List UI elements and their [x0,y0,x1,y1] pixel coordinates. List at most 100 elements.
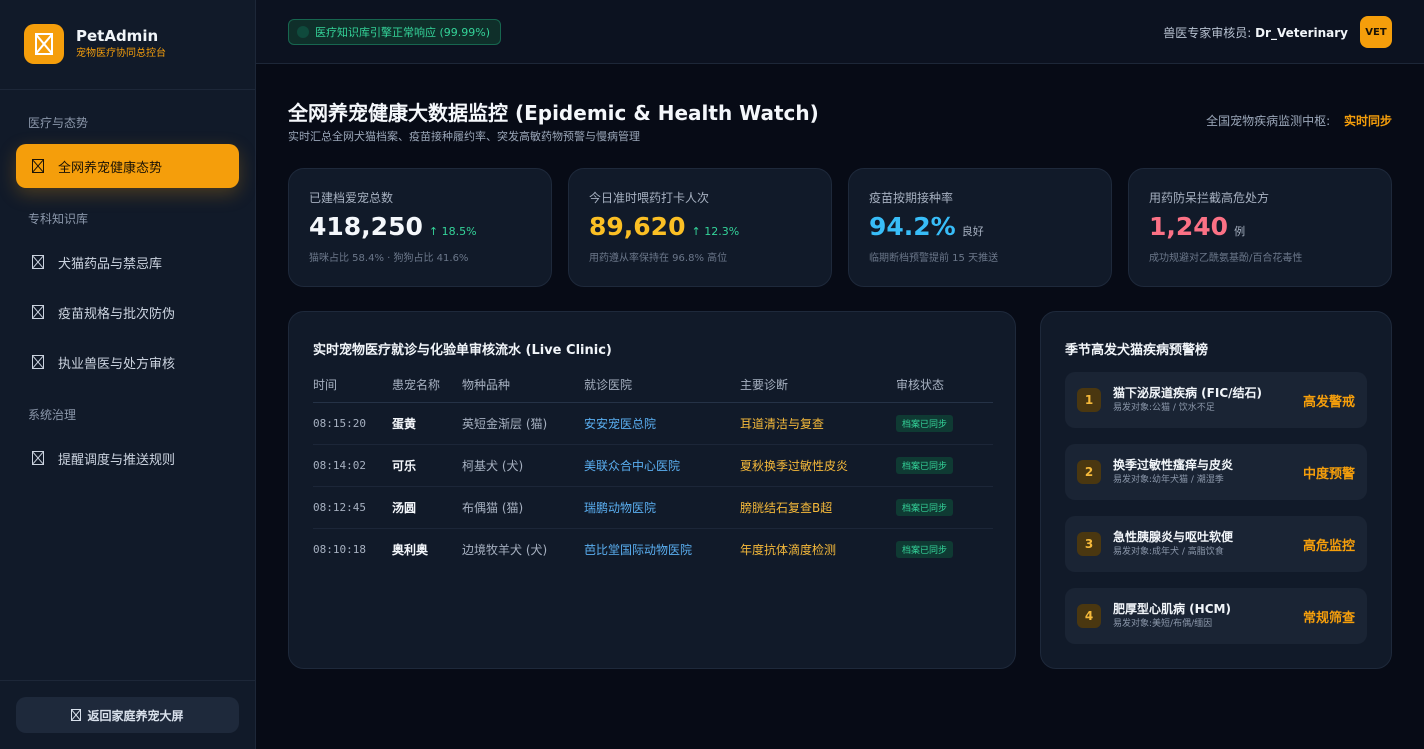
cell-pet: 蛋黄 [392,402,462,445]
cell-breed: 布偶猫 (猫) [462,486,584,529]
risk-target: 易发对象:成年犬 / 高脂饮食 [1113,547,1224,557]
cell-time: 08:12:45 [313,486,392,529]
rank-number: 2 [1077,460,1101,484]
ranking-item[interactable]: 2 换季过敏性瘙痒与皮炎 易发对象:幼年犬猫 / 潮湿季 中度预警 [1065,444,1367,500]
cell-hospital[interactable]: 芭比堂国际动物医院 [584,528,740,570]
cell-hospital[interactable]: 瑞鹏动物医院 [584,486,740,529]
engine-status-badge: 医疗知识库引擎正常响应 (99.99%) [288,19,502,45]
brand[interactable]: PetAdmin 宠物医疗协同总控台 [24,24,166,64]
table-row[interactable]: 08:12:45 汤圆 布偶猫 (猫) 瑞鹏动物医院 膀胱结石复查B超 档案已同… [313,486,993,529]
page-subtitle: 实时汇总全网犬猫档案、疫苗接种履约率、突发高敏药物预警与慢病管理 [288,130,640,143]
cell-breed: 英短金渐层 (猫) [462,402,584,445]
status-badge: 档案已同步 [896,498,954,516]
cell-pet: 汤圆 [392,486,462,529]
brand-logo-icon [24,24,64,64]
alert-level: 高发警戒 [1302,394,1355,410]
sidebar-divider [0,89,255,90]
alert-level: 常规筛查 [1302,610,1355,626]
sidebar-item-drug-library[interactable]: 犬猫药品与禁忌库 [16,240,239,284]
topbar: 医疗知识库引擎正常响应 (99.99%) 兽医专家审核员: Dr_Veterin… [256,0,1424,64]
nav-section-medical: 医疗与态势 [28,116,89,130]
nav-section-knowledge: 专科知识库 [28,212,89,226]
rank-number: 4 [1077,604,1101,628]
live-clinic-title: 实时宠物医疗就诊与化验单审核流水 (Live Clinic) [313,343,612,358]
kpi-note: 猫咪占比 58.4% · 狗狗占比 41.6% [309,253,469,264]
cell-diagnosis: 耳道清洁与复查 [740,402,896,445]
kpi-value: 418,250 [309,212,423,241]
status-badge: 档案已同步 [896,456,954,474]
disease-ranking-panel: 季节高发犬猫疾病预警榜 1 猫下泌尿道疾病 (FIC/结石) 易发对象:公猫 /… [1040,311,1392,669]
placeholder-icon [32,305,44,319]
cell-hospital[interactable]: 安安宠医总院 [584,402,740,445]
cell-time: 08:14:02 [313,444,392,487]
kpi-value: 94.2% [869,212,956,241]
kpi-value: 89,620 [589,212,686,241]
sidebar-item-health-overview[interactable]: 全网养宠健康态势 [16,144,239,188]
kpi-delta: 例 [1234,225,1246,238]
sidebar-item-reminder-rules[interactable]: 提醒调度与推送规则 [16,436,239,480]
nav-section-governance: 系统治理 [28,408,77,422]
disease-name: 猫下泌尿道疾病 (FIC/结石) [1113,386,1262,400]
column-header-diagnosis: 主要诊断 [740,368,896,403]
ranking-item[interactable]: 3 急性胰腺炎与呕吐软便 易发对象:成年犬 / 高脂饮食 高危监控 [1065,516,1367,572]
ranking-item[interactable]: 4 肥厚型心肌病 (HCM) 易发对象:美短/布偶/缅因 常规筛查 [1065,588,1367,644]
disease-name: 肥厚型心肌病 (HCM) [1113,602,1231,616]
sidebar: PetAdmin 宠物医疗协同总控台 医疗与态势 全网养宠健康态势 专科知识库 … [0,0,256,749]
column-header-hospital: 就诊医院 [584,368,740,403]
risk-target: 易发对象:幼年犬猫 / 潮湿季 [1113,475,1224,485]
ranking-item[interactable]: 1 猫下泌尿道疾病 (FIC/结石) 易发对象:公猫 / 饮水不足 高发警戒 [1065,372,1367,428]
column-header-status: 审核状态 [896,368,993,403]
disease-name: 急性胰腺炎与呕吐软便 [1113,530,1234,544]
kpi-delta: ↑ 12.3% [691,225,740,238]
status-badge: 档案已同步 [896,414,954,432]
page-title: 全网养宠健康大数据监控 (Epidemic & Health Watch) [288,101,819,125]
placeholder-icon [32,355,44,369]
cell-pet: 奥利奥 [392,542,429,557]
kpi-label: 用药防呆拦截高危处方 [1149,191,1270,205]
kpi-label: 今日准时喂药打卡人次 [589,191,710,205]
live-clinic-panel: 实时宠物医疗就诊与化验单审核流水 (Live Clinic) 时间 患宠名称 物… [288,311,1016,669]
avatar[interactable]: VET [1360,16,1392,48]
engine-status-text: 医疗知识库引擎正常响应 (99.99%) [315,26,491,39]
cell-diagnosis: 膀胱结石复查B超 [740,486,896,529]
table-row[interactable]: 08:15:20 蛋黄 英短金渐层 (猫) 安安宠医总院 耳道清洁与复查 档案已… [313,402,993,445]
kpi-card-pet-total: 已建档爱宠总数 418,250 ↑ 18.5% 猫咪占比 58.4% · 狗狗占… [288,168,552,287]
sidebar-item-vaccine-specs[interactable]: 疫苗规格与批次防伪 [16,290,239,334]
cell-diagnosis: 年度抗体滴度检测 [740,542,837,557]
back-to-home-button[interactable]: 返回家庭养宠大屏 [16,697,239,733]
sidebar-item-label: 提醒调度与推送规则 [58,452,176,468]
cell-hospital[interactable]: 美联众合中心医院 [584,444,740,487]
sidebar-item-label: 执业兽医与处方审核 [58,356,176,372]
kpi-value: 1,240 [1149,212,1229,241]
sidebar-item-vet-review[interactable]: 执业兽医与处方审核 [16,340,239,384]
placeholder-icon [32,255,44,269]
kpi-note: 成功规避对乙酰氨基酚/百合花毒性 [1149,253,1303,264]
placeholder-icon [32,159,44,173]
table-row[interactable]: 08:14:02 可乐 柯基犬 (犬) 美联众合中心医院 夏秋换季过敏性皮炎 档… [313,444,993,487]
status-dot-icon [297,26,309,38]
status-badge: 档案已同步 [896,540,954,558]
cell-pet: 可乐 [392,444,462,487]
sidebar-item-label: 犬猫药品与禁忌库 [58,256,163,272]
back-button-label: 返回家庭养宠大屏 [87,708,184,723]
placeholder-icon [32,451,44,465]
column-header-pet: 患宠名称 [392,368,462,403]
placeholder-icon [71,709,82,721]
sidebar-item-label: 疫苗规格与批次防伪 [58,306,176,322]
table-row[interactable]: 08:10:18 奥利奥 边境牧羊犬 (犬) 芭比堂国际动物医院 年度抗体滴度检… [313,528,993,570]
sidebar-footer-divider [0,680,255,681]
brand-subtitle: 宠物医疗协同总控台 [76,48,166,59]
sync-label: 全国宠物疾病监测中枢: [1206,114,1331,128]
cell-diagnosis: 夏秋换季过敏性皮炎 [740,444,896,487]
kpi-note: 临期断档预警提前 15 天推送 [869,253,999,264]
rank-number: 3 [1077,532,1101,556]
kpi-card-blocked-prescriptions: 用药防呆拦截高危处方 1,240 例 成功规避对乙酰氨基酚/百合花毒性 [1128,168,1392,287]
risk-target: 易发对象:美短/布偶/缅因 [1113,619,1213,629]
kpi-delta: ↑ 18.5% [428,225,477,238]
sidebar-item-label: 全网养宠健康态势 [58,160,163,176]
sync-value: 实时同步 [1343,114,1392,128]
reviewer-info: 兽医专家审核员: Dr_Veterinary [1163,24,1348,41]
brand-name: PetAdmin [76,27,159,45]
column-header-time: 时间 [313,368,392,403]
kpi-card-medication-checkin: 今日准时喂药打卡人次 89,620 ↑ 12.3% 用药遵从率保持在 96.8%… [568,168,832,287]
